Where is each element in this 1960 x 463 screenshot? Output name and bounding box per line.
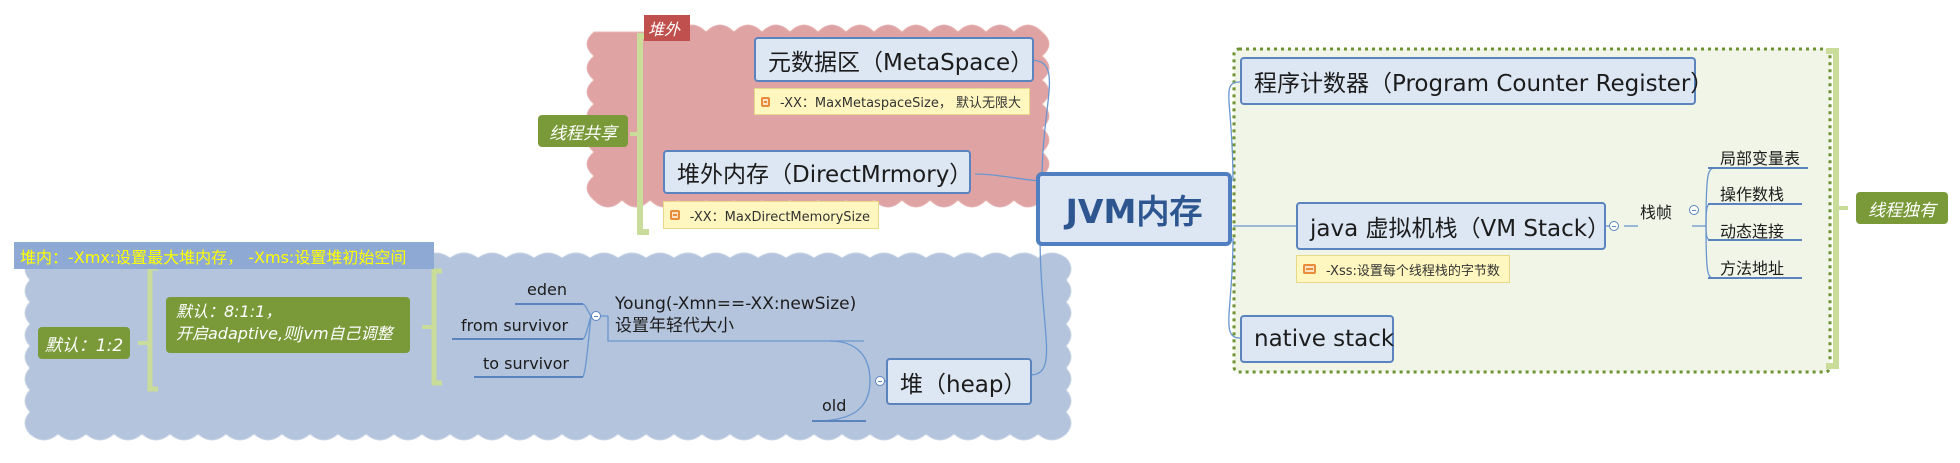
note-icon [670,210,680,220]
young-line-1: Young(-Xmn==-XX:newSize) [615,294,857,314]
metaspace-topic[interactable]: 元数据区（MetaSpace） [754,37,1034,82]
program-counter-topic[interactable]: 程序计数器（Program Counter Register） [1240,57,1713,105]
survivor-ratio-tag: 默认：8:1:1， 开启adaptive,则jvm自己调整 [166,297,410,353]
old-generation-label[interactable]: old [822,396,846,415]
ratio-tag: 默认：1:2 [38,327,130,359]
mindmap-canvas: 堆外 元数据区（MetaSpace） -XX：MaxMetaspaceSize，… [0,0,1960,463]
young-line-2: 设置年轻代大小 [615,316,734,336]
young-collapse-toggle[interactable] [591,311,601,321]
direct-memory-note: -XX：MaxDirectMemorySize [663,201,879,229]
metaspace-note: -XX：MaxMetaspaceSize， 默认无限大 [754,88,1030,115]
metaspace-note-text: -XX：MaxMetaspaceSize， 默认无限大 [780,96,1021,111]
frame-item-return-address[interactable]: 方法地址 [1720,255,1784,279]
to-survivor-label[interactable]: to survivor [483,354,569,373]
vm-stack-note-text: -Xss:设置每个线程栈的字节数 [1326,263,1500,279]
young-generation-label[interactable]: Young(-Xmn==-XX:newSize) 设置年轻代大小 [615,293,856,337]
direct-memory-topic[interactable]: 堆外内存（DirectMrmory） [663,150,972,194]
vm-stack-collapse-toggle[interactable] [1609,221,1619,231]
central-topic-jvm-memory[interactable]: JVM内存 [1036,172,1232,246]
direct-memory-note-text: -XX：MaxDirectMemorySize [689,209,870,225]
vm-stack-topic[interactable]: java 虚拟机栈（VM Stack） [1296,202,1610,250]
native-stack-topic[interactable]: native stack [1240,315,1394,363]
off-heap-tag: 堆外 [644,15,690,41]
frame-item-operand-stack[interactable]: 操作数栈 [1720,181,1784,205]
survivor-ratio-line-1: 默认：8:1:1， [176,302,282,321]
eden-label[interactable]: eden [527,280,567,299]
heap-topic[interactable]: 堆（heap） [886,358,1032,405]
frame-item-local-vars[interactable]: 局部变量表 [1720,145,1800,169]
stack-frame-label[interactable]: 栈帧 [1640,199,1672,223]
thread-private-tag: 线程独有 [1856,192,1948,224]
heap-settings-banner: 堆内：-Xmx:设置最大堆内存， -Xms:设置堆初始空间 [14,242,434,269]
note-icon [1303,264,1316,274]
heap-collapse-toggle[interactable] [875,376,885,386]
frame-item-dynamic-linking[interactable]: 动态连接 [1720,218,1784,242]
note-icon [761,96,771,107]
survivor-ratio-line-2: 开启adaptive,则jvm自己调整 [176,324,393,343]
thread-shared-tag: 线程共享 [538,115,628,147]
vm-stack-note: -Xss:设置每个线程栈的字节数 [1296,255,1510,283]
stack-frame-collapse-toggle[interactable] [1689,205,1699,215]
from-survivor-label[interactable]: from survivor [461,316,568,335]
